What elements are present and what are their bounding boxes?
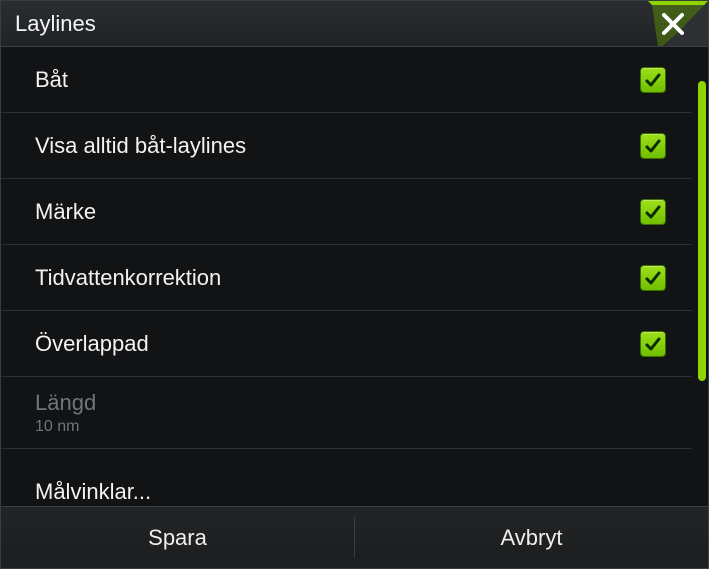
checkbox-boat[interactable] (640, 67, 666, 93)
checkbox-mark[interactable] (640, 199, 666, 225)
row-target-angles[interactable]: Målvinklar... (1, 449, 692, 497)
scrollbar[interactable] (698, 51, 706, 502)
row-value: 10 nm (35, 418, 79, 436)
row-label: Längd (35, 390, 96, 416)
check-icon (644, 137, 662, 155)
close-icon (660, 11, 686, 37)
save-label: Spara (148, 525, 207, 551)
row-tide-correction[interactable]: Tidvattenkorrektion (1, 245, 692, 311)
check-icon (644, 203, 662, 221)
checkbox-tide[interactable] (640, 265, 666, 291)
row-label: Målvinklar... (35, 481, 151, 503)
footer: Spara Avbryt (1, 506, 708, 568)
check-icon (644, 71, 662, 89)
checkbox-overlapped[interactable] (640, 331, 666, 357)
row-length[interactable]: Längd 10 nm (1, 377, 692, 449)
cancel-button[interactable]: Avbryt (355, 507, 708, 568)
row-label: Båt (35, 67, 68, 93)
settings-list: Båt Visa alltid båt-laylines Märke (1, 47, 698, 506)
check-icon (644, 335, 662, 353)
close-button[interactable] (648, 1, 698, 47)
checkbox-always-show[interactable] (640, 133, 666, 159)
settings-window: Laylines Båt Visa allti (0, 0, 709, 569)
row-label: Märke (35, 199, 96, 225)
cancel-label: Avbryt (501, 525, 563, 551)
titlebar: Laylines (1, 1, 708, 47)
row-label: Visa alltid båt-laylines (35, 133, 246, 159)
row-always-show-boat-laylines[interactable]: Visa alltid båt-laylines (1, 113, 692, 179)
window-title: Laylines (15, 11, 96, 37)
scrollbar-thumb[interactable] (698, 81, 706, 381)
row-overlapped[interactable]: Överlappad (1, 311, 692, 377)
row-label: Överlappad (35, 331, 149, 357)
check-icon (644, 269, 662, 287)
settings-body: Båt Visa alltid båt-laylines Märke (1, 47, 708, 506)
row-mark[interactable]: Märke (1, 179, 692, 245)
save-button[interactable]: Spara (1, 507, 354, 568)
row-label: Tidvattenkorrektion (35, 265, 221, 291)
row-boat[interactable]: Båt (1, 47, 692, 113)
